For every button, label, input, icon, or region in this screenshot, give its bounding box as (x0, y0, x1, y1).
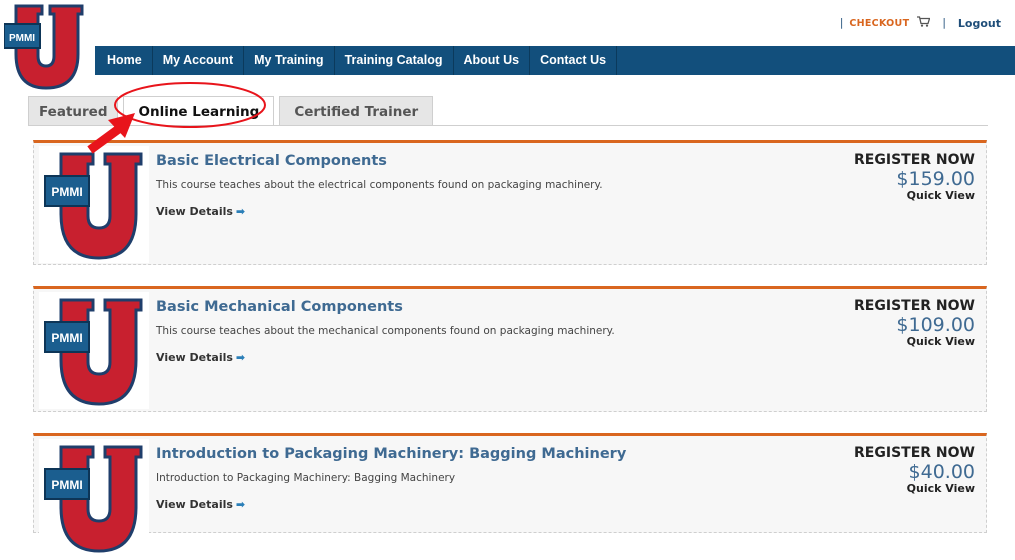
course-description: Introduction to Packaging Machinery: Bag… (156, 472, 456, 484)
thumb-badge-text: PMMI (51, 478, 82, 492)
register-block: REGISTER NOW $40.00 Quick View (854, 445, 975, 495)
quick-view-link[interactable]: Quick View (854, 189, 975, 202)
quick-view-link[interactable]: Quick View (854, 335, 975, 348)
thumb-badge-text: PMMI (51, 331, 82, 345)
nav-contact-us[interactable]: Contact Us (530, 46, 618, 75)
course-title[interactable]: Introduction to Packaging Machinery: Bag… (156, 446, 626, 462)
course-title[interactable]: Basic Mechanical Components (156, 299, 403, 315)
course-description: This course teaches about the electrical… (156, 179, 603, 191)
view-details-link[interactable]: View Details ➡ (156, 205, 245, 218)
course-thumbnail[interactable]: PMMI (39, 292, 149, 409)
arrow-right-icon: ➡ (235, 205, 246, 218)
quick-view-link[interactable]: Quick View (854, 482, 975, 495)
cart-icon[interactable] (917, 16, 931, 30)
course-price: $109.00 (896, 314, 975, 336)
course-card: PMMI Basic Mechanical Components This co… (33, 286, 987, 412)
register-now-button[interactable]: REGISTER NOW (854, 152, 975, 168)
course-title[interactable]: Basic Electrical Components (156, 153, 387, 169)
pmmi-u-logo[interactable]: PMMI (3, 4, 88, 90)
course-thumbnail[interactable]: PMMI (39, 439, 149, 556)
tab-featured[interactable]: Featured (28, 96, 119, 126)
thumb-badge-text: PMMI (51, 185, 82, 199)
logout-link[interactable]: Logout (958, 17, 1001, 30)
course-price: $40.00 (908, 461, 975, 483)
register-now-button[interactable]: REGISTER NOW (854, 298, 975, 314)
arrow-right-icon: ➡ (235, 351, 246, 364)
tab-online-learning[interactable]: Online Learning (123, 96, 275, 126)
course-card: PMMI Basic Electrical Components This co… (33, 140, 987, 265)
register-block: REGISTER NOW $159.00 Quick View (854, 152, 975, 202)
tab-certified-trainer[interactable]: Certified Trainer (279, 96, 434, 126)
utility-bar: | CHECKOUT | Logout (840, 16, 1001, 30)
separator: | (942, 17, 946, 29)
nav-about-us[interactable]: About Us (454, 46, 531, 75)
course-price: $159.00 (896, 168, 975, 190)
view-details-link[interactable]: View Details ➡ (156, 351, 245, 364)
course-description: This course teaches about the mechanical… (156, 325, 615, 337)
main-nav: Home My Account My Training Training Cat… (95, 46, 1015, 75)
register-block: REGISTER NOW $109.00 Quick View (854, 298, 975, 348)
nav-training-catalog[interactable]: Training Catalog (335, 46, 454, 75)
separator: | (839, 17, 844, 29)
view-details-label: View Details (156, 205, 233, 218)
tab-divider (28, 125, 988, 126)
view-details-label: View Details (156, 351, 233, 364)
nav-my-training[interactable]: My Training (244, 46, 335, 75)
nav-my-account[interactable]: My Account (153, 46, 245, 75)
nav-home[interactable]: Home (95, 46, 153, 75)
course-card: PMMI Introduction to Packaging Machinery… (33, 433, 987, 556)
register-now-button[interactable]: REGISTER NOW (854, 445, 975, 461)
catalog-tabs: Featured Online Learning Certified Train… (28, 96, 434, 126)
course-thumbnail[interactable]: PMMI (39, 146, 149, 263)
checkout-link[interactable]: CHECKOUT (849, 18, 909, 29)
logo-badge-text: PMMI (9, 33, 35, 44)
